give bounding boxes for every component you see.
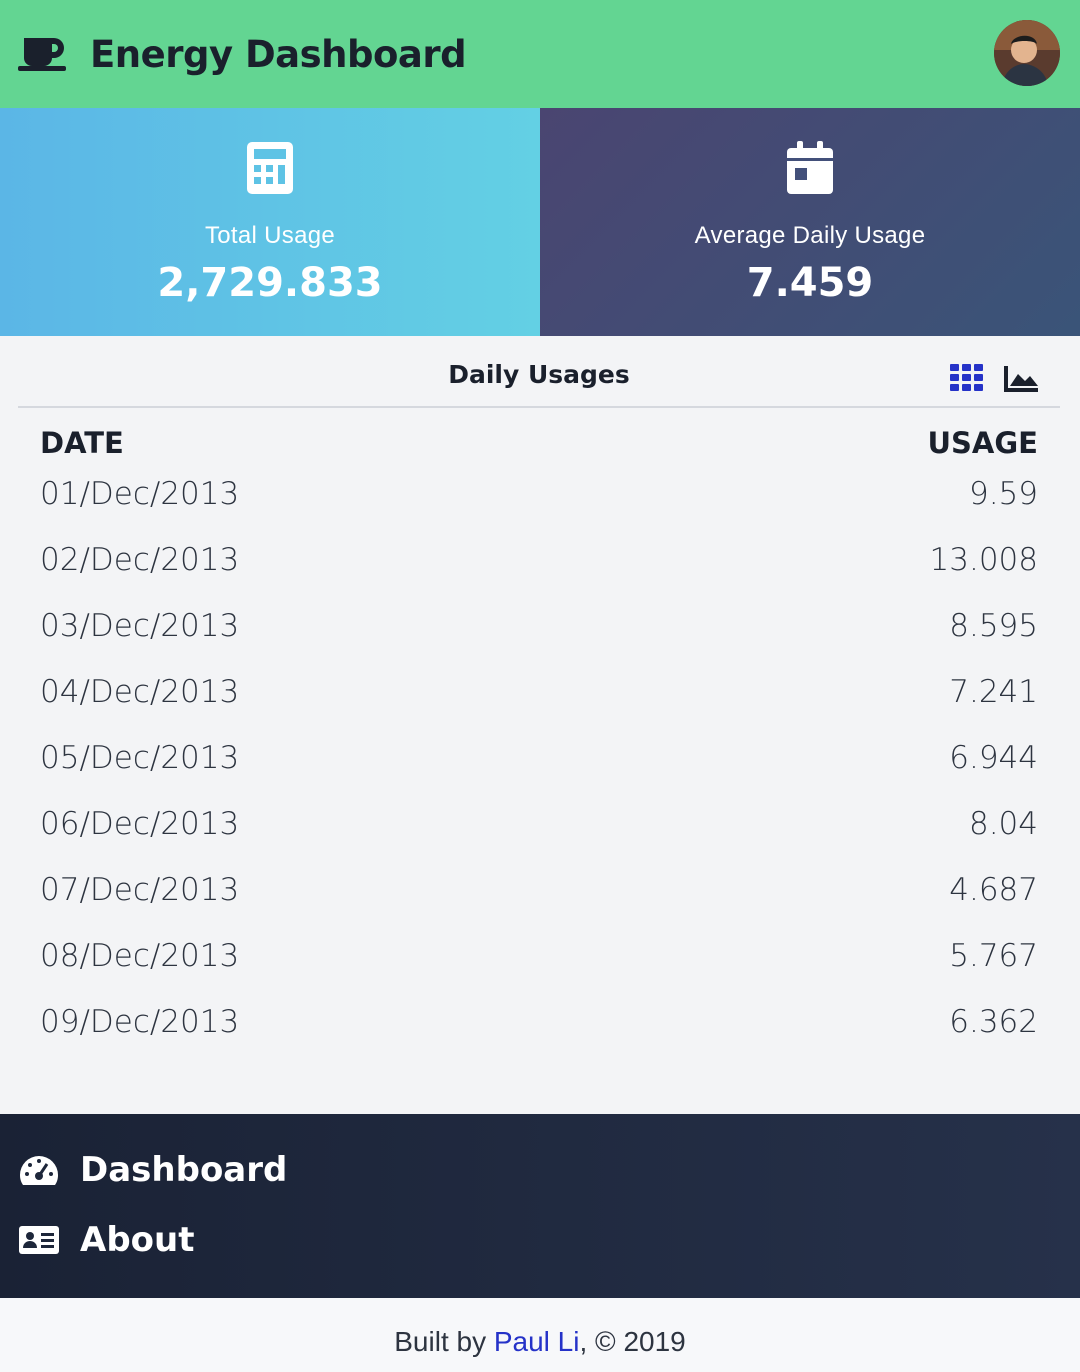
mug-icon [18,34,68,74]
avatar[interactable] [994,20,1060,86]
average-usage-card: Average Daily Usage 7.459 [540,108,1080,336]
table-row[interactable]: 08/Dec/2013 5.767 [40,938,1038,1004]
total-usage-label: Total Usage [204,222,336,249]
row-date: 02/Dec/2013 [40,542,240,578]
footer-prefix: Built by [394,1326,494,1357]
app-title: Energy Dashboard [90,32,467,76]
table-row[interactable]: 03/Dec/2013 8.595 [40,608,1038,674]
row-usage: 4.687 [949,872,1038,908]
row-date: 06/Dec/2013 [40,806,240,842]
author-link[interactable]: Paul Li [494,1326,580,1357]
row-usage: 8.595 [949,608,1038,644]
app-header: Energy Dashboard [0,0,1080,108]
footer: Built by Paul Li, © 2019 [0,1298,1080,1372]
table-row[interactable]: 01/Dec/2013 9.59 [40,476,1038,542]
nav-label-about: About [80,1220,195,1260]
row-usage: 5.767 [949,938,1038,974]
panel-header: Daily Usages [18,336,1060,408]
calendar-icon [785,140,835,196]
row-usage: 6.362 [949,1004,1038,1040]
row-date: 09/Dec/2013 [40,1004,240,1040]
table-row[interactable]: 02/Dec/2013 13.008 [40,542,1038,608]
table-row[interactable]: 05/Dec/2013 6.944 [40,740,1038,806]
footer-suffix: , © 2019 [579,1326,686,1357]
row-usage: 7.241 [949,674,1038,710]
average-usage-label: Average Daily Usage [694,222,926,249]
row-usage: 6.944 [949,740,1038,776]
table-header: DATE USAGE [40,426,1038,476]
grid-view-icon[interactable] [950,364,984,392]
usage-table: DATE USAGE 01/Dec/2013 9.59 02/Dec/2013 13… [40,426,1038,1070]
row-date: 01/Dec/2013 [40,476,240,512]
daily-usages-panel: Daily Usages DATE USAGE 01/Dec/2013 9.59 … [0,336,1080,1114]
calculator-icon [245,140,295,196]
id-card-icon [18,1222,60,1258]
total-usage-value: 2,729.833 [157,260,383,306]
row-date: 04/Dec/2013 [40,674,240,710]
row-usage: 13.008 [929,542,1038,578]
panel-title: Daily Usages [448,360,630,389]
bottom-nav: Dashboard About [0,1114,1080,1298]
average-usage-value: 7.459 [746,260,874,306]
nav-item-about[interactable]: About [18,1220,194,1260]
column-header-date[interactable]: DATE [40,426,124,476]
table-row[interactable]: 04/Dec/2013 7.241 [40,674,1038,740]
nav-label-dashboard: Dashboard [80,1150,288,1190]
table-row[interactable]: 06/Dec/2013 8.04 [40,806,1038,872]
row-date: 03/Dec/2013 [40,608,240,644]
row-date: 08/Dec/2013 [40,938,240,974]
row-usage: 8.04 [968,806,1038,842]
row-usage: 9.59 [968,476,1038,512]
table-row[interactable]: 09/Dec/2013 6.362 [40,1004,1038,1070]
area-chart-icon[interactable] [1004,364,1040,392]
speedometer-icon [18,1152,60,1188]
nav-item-dashboard[interactable]: Dashboard [18,1150,287,1190]
table-row[interactable]: 07/Dec/2013 4.687 [40,872,1038,938]
row-date: 07/Dec/2013 [40,872,240,908]
row-date: 05/Dec/2013 [40,740,240,776]
total-usage-card: Total Usage 2,729.833 [0,108,540,336]
column-header-usage[interactable]: USAGE [928,426,1039,476]
